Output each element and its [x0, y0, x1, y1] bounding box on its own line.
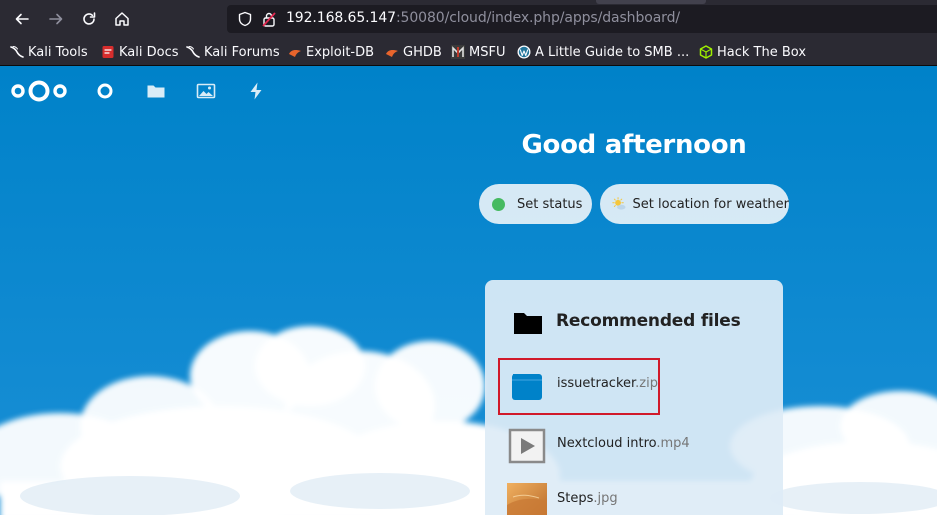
forward-button[interactable] [45, 8, 67, 30]
file-extension: .mp4 [656, 436, 690, 451]
bookmark-hack-the-box[interactable]: Hack The Box [699, 44, 806, 60]
tab-strip-edge [596, 0, 706, 4]
activity-icon[interactable] [246, 81, 266, 101]
file-extension: .jpg [593, 491, 618, 506]
url-host: 192.168.65.147 [286, 10, 396, 26]
photos-icon[interactable] [196, 81, 216, 101]
url-text[interactable]: 192.168.65.147:50080/cloud/index.php/app… [286, 10, 680, 26]
status-online-icon [492, 197, 505, 211]
bookmark-smb-guide[interactable]: A Little Guide to SMB ... [517, 44, 689, 60]
files-icon[interactable] [146, 81, 166, 101]
bookmark-kali-tools[interactable]: Kali Tools [10, 44, 88, 60]
greeting-heading: Good afternoon [521, 130, 747, 160]
file-basename: Steps [557, 491, 594, 506]
weather-sun-cloud-icon [612, 197, 626, 210]
tracking-protection-shield-icon[interactable] [237, 11, 253, 27]
url-bar[interactable]: 192.168.65.147:50080/cloud/index.php/app… [227, 5, 937, 33]
bookmark-label: MSFU [469, 44, 506, 60]
file-name: Nextcloud intro.mp4 [557, 436, 690, 451]
arrow-right-icon [49, 13, 63, 25]
browser-toolbar: 192.168.65.147:50080/cloud/index.php/app… [0, 0, 937, 38]
dashboard-icon[interactable] [95, 81, 115, 101]
nextcloud-logo-icon[interactable] [10, 79, 68, 103]
bookmark-label: A Little Guide to SMB ... [535, 44, 690, 60]
zip-folder-icon [512, 374, 542, 400]
kali-dragon-icon [10, 46, 24, 58]
bookmark-label: Kali Tools [28, 44, 88, 60]
msfu-icon [451, 45, 465, 59]
bookmark-label: Exploit-DB [306, 44, 375, 60]
widget-title: Recommended files [556, 311, 741, 331]
reload-button[interactable] [78, 8, 100, 30]
insecure-lock-icon[interactable] [261, 11, 277, 27]
file-basename: issuetracker [557, 376, 636, 391]
url-path: :50080/cloud/index.php/apps/dashboard/ [395, 10, 680, 26]
file-basename: Nextcloud intro [557, 436, 657, 451]
bookmark-exploit-db[interactable]: Exploit-DB [288, 44, 374, 60]
file-name: Steps.jpg [557, 491, 618, 506]
reload-icon [83, 12, 96, 25]
kali-dragon-icon [186, 46, 200, 58]
recommended-file-item[interactable]: issuetracker.zip [485, 361, 783, 411]
bookmark-label: Kali Docs [119, 44, 179, 60]
set-status-label: Set status [517, 196, 583, 212]
bookmark-kali-docs[interactable]: Kali Docs [101, 44, 179, 60]
set-weather-location-button[interactable]: Set location for weather [600, 184, 789, 224]
back-button[interactable] [11, 8, 33, 30]
bookmarks-toolbar: Kali Tools Kali Docs Kali Forums Exploit… [0, 38, 937, 66]
kali-docs-icon [102, 46, 114, 58]
nextcloud-dashboard: Good afternoon Set status Set location f… [0, 66, 937, 515]
home-button[interactable] [111, 8, 133, 30]
recommended-file-item[interactable]: Nextcloud intro.mp4 [485, 421, 783, 471]
bookmark-kali-forums[interactable]: Kali Forums [186, 44, 280, 60]
file-extension: .zip [635, 376, 658, 391]
home-icon [115, 12, 129, 26]
arrow-left-icon [15, 13, 29, 25]
bookmark-label: GHDB [403, 44, 442, 60]
recommended-files-widget: Recommended files issuetracker.zip Nextc… [485, 280, 783, 515]
bookmark-label: Kali Forums [204, 44, 280, 60]
weather-label: Set location for weather [632, 196, 789, 212]
folder-icon [514, 313, 542, 334]
recommended-file-item[interactable]: Steps.jpg [485, 476, 783, 515]
set-status-button[interactable]: Set status [479, 184, 592, 224]
bookmark-ghdb[interactable]: GHDB [385, 44, 442, 60]
bookmark-msfu[interactable]: MSFU [451, 44, 505, 60]
wordpress-icon [517, 45, 531, 59]
image-thumbnail [507, 483, 547, 515]
ghdb-icon [386, 50, 398, 57]
nextcloud-header [0, 66, 937, 116]
exploit-db-icon [289, 50, 301, 57]
bookmark-label: Hack The Box [717, 44, 807, 60]
hack-the-box-icon [699, 45, 713, 59]
video-file-icon [508, 428, 546, 464]
file-name: issuetracker.zip [557, 376, 658, 391]
